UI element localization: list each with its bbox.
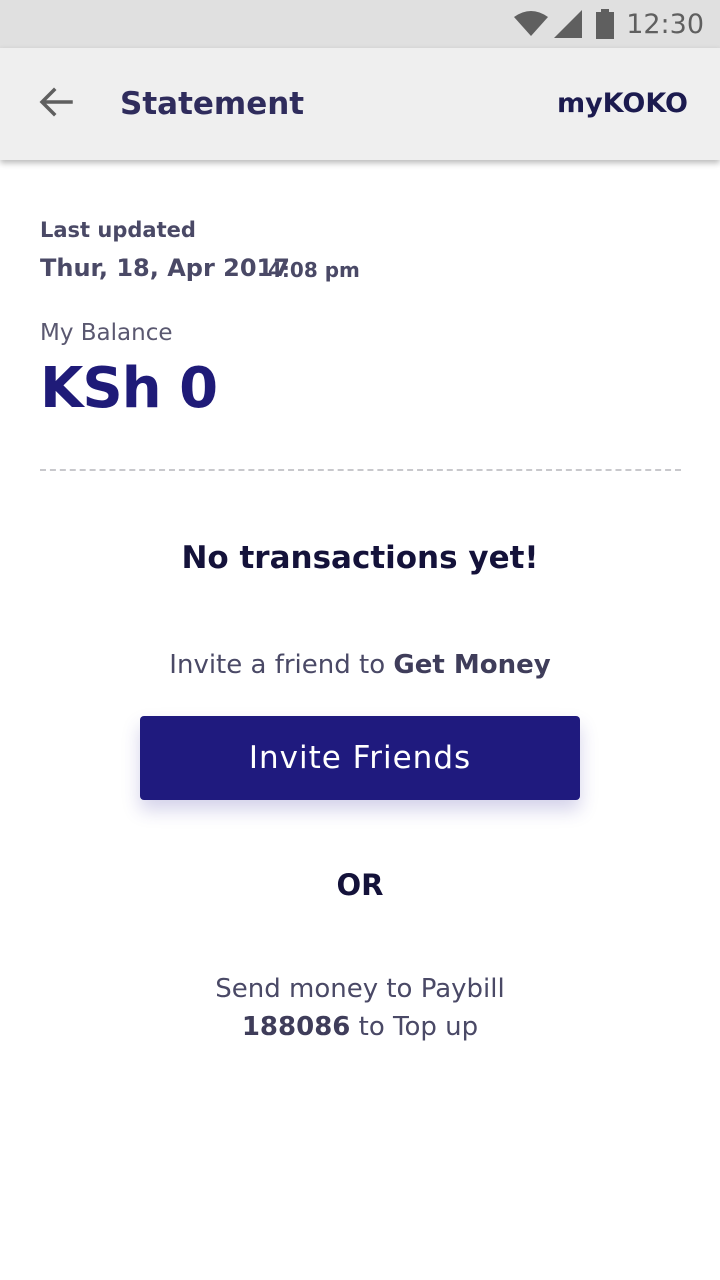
page-title: Statement xyxy=(120,86,305,122)
status-bar: 12:30 xyxy=(0,0,720,48)
invite-text-prefix: Invite a friend to xyxy=(169,650,394,680)
empty-state-title: No transactions yet! xyxy=(181,540,539,576)
signal-icon xyxy=(554,10,583,38)
status-time: 12:30 xyxy=(626,8,704,40)
invite-friends-button[interactable]: Invite Friends xyxy=(140,716,580,800)
invite-text-highlight: Get Money xyxy=(393,650,551,680)
invite-text: Invite a friend to Get Money xyxy=(0,650,720,680)
last-updated-time: 4:08 pm xyxy=(268,258,360,282)
brand-label: myKOKO xyxy=(556,88,688,119)
paybill-number: 188086 xyxy=(241,1012,351,1042)
balance-amount: KSh 0 xyxy=(40,356,218,421)
app-bar: Statement myKOKO xyxy=(0,48,720,160)
back-button[interactable] xyxy=(24,72,88,136)
paybill-topup-line: 188086 to Top up xyxy=(0,1012,720,1042)
paybill-instruction: Send money to Paybill xyxy=(215,974,505,1004)
status-icons: 12:30 xyxy=(514,0,704,48)
last-updated-label: Last updated xyxy=(40,218,196,242)
dashed-divider xyxy=(40,469,681,471)
wifi-icon xyxy=(514,11,549,37)
or-separator: OR xyxy=(336,868,384,902)
battery-icon xyxy=(596,9,615,39)
arrow-left-icon xyxy=(39,87,73,122)
paybill-suffix: to Top up xyxy=(350,1012,479,1042)
balance-label: My Balance xyxy=(40,320,173,346)
last-updated-date: Thur, 18, Apr 2017 xyxy=(40,254,290,282)
